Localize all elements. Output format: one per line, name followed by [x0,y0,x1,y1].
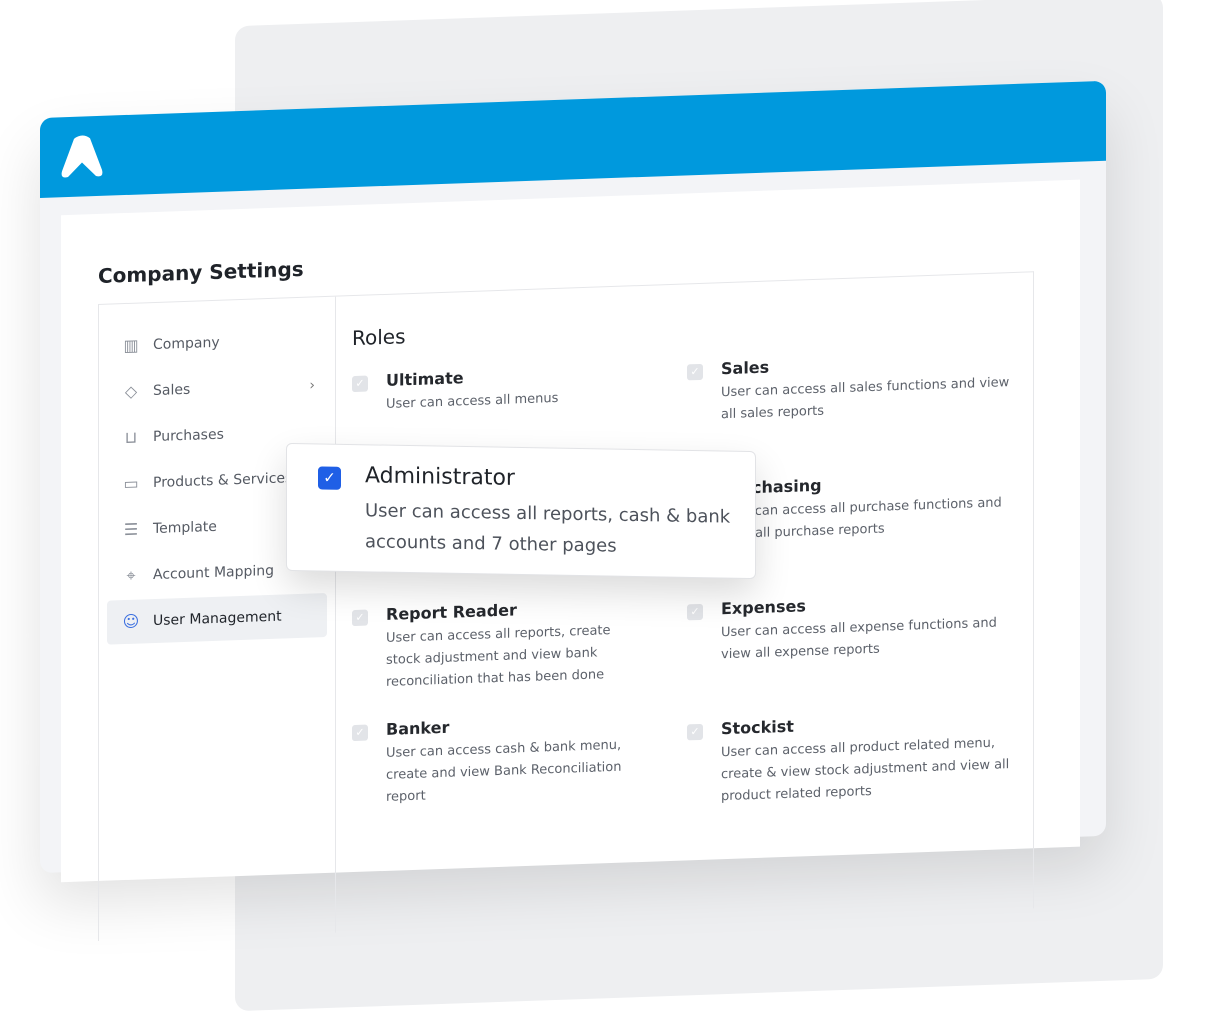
role-sales: ✓ Sales User can access all sales function… [687,349,1011,426]
role-name: Administrator [365,463,515,491]
role-checkbox[interactable]: ✓ [352,375,368,393]
role-description: User can access all menus [386,390,559,412]
role-description: User can access all purchase functions a… [721,495,1002,543]
sidebar: ▥ Company ◇ Sales › ⊔ Purchases ▭ Products & … [99,296,336,941]
role-stockist: ✓ Stockist User can access all product rel… [687,709,1011,808]
cart-icon: ⊔ [124,427,138,448]
sidebar-item-company[interactable]: ▥ Company [107,317,327,369]
role-banker: ✓ Banker User can access cash & bank menu,… [352,711,646,809]
sidebar-item-label: Template [153,518,217,538]
role-report-reader: ✓ Report Reader User can access all report… [352,596,646,694]
roles-title: Roles [352,324,406,351]
role-checkbox[interactable]: ✓ [687,363,703,381]
role-expenses: ✓ Expenses User can access all expense fun… [687,589,1011,666]
role-administrator-card[interactable]: ✓ Administrator User can access all repo… [286,442,756,580]
role-description: User can access all product related menu… [721,735,1010,805]
sidebar-item-label: User Management [153,608,282,630]
sidebar-item-user-management[interactable]: ☺ User Management [107,592,327,645]
chevron-right-icon: › [309,377,315,394]
role-ultimate: ✓ Ultimate User can access all menus [352,361,676,416]
role-description: User can access all sales functions and … [721,375,1010,423]
role-description: User can access all reports, cash & bank… [365,500,731,557]
role-checkbox[interactable]: ✓ [352,724,368,742]
role-checkbox[interactable]: ✓ [352,609,368,627]
role-description: User can access all reports, create stoc… [386,623,611,690]
tag-icon: ◇ [124,381,138,402]
user-icon: ☺ [122,611,140,632]
location-pin-icon: ⌖ [126,565,136,585]
document-icon: ☰ [123,519,139,540]
sidebar-item-label: Account Mapping [153,562,275,584]
role-checkbox[interactable]: ✓ [687,723,703,741]
sidebar-item-label: Sales [153,381,191,400]
role-checkbox[interactable]: ✓ [687,603,703,621]
page-title: Company Settings [98,256,304,288]
role-purchasing: ✓PurchasingUser can access all purchase … [687,469,1011,546]
box-icon: ▭ [123,473,139,494]
logo-icon [61,135,103,178]
settings-box: ▥ Company ◇ Sales › ⊔ Purchases ▭ Products & … [98,271,1034,941]
role-description: User can access cash & bank menu, create… [386,737,622,805]
checkbox-checked-icon[interactable]: ✓ [318,466,341,490]
sidebar-item-sales[interactable]: ◇ Sales › [107,363,327,415]
sidebar-item-label: Company [153,334,220,354]
sidebar-item-label: Products & Services [153,470,293,492]
building-icon: ▥ [123,335,139,356]
role-description: User can access all expense functions an… [721,615,997,663]
sidebar-item-label: Purchases [153,426,224,446]
